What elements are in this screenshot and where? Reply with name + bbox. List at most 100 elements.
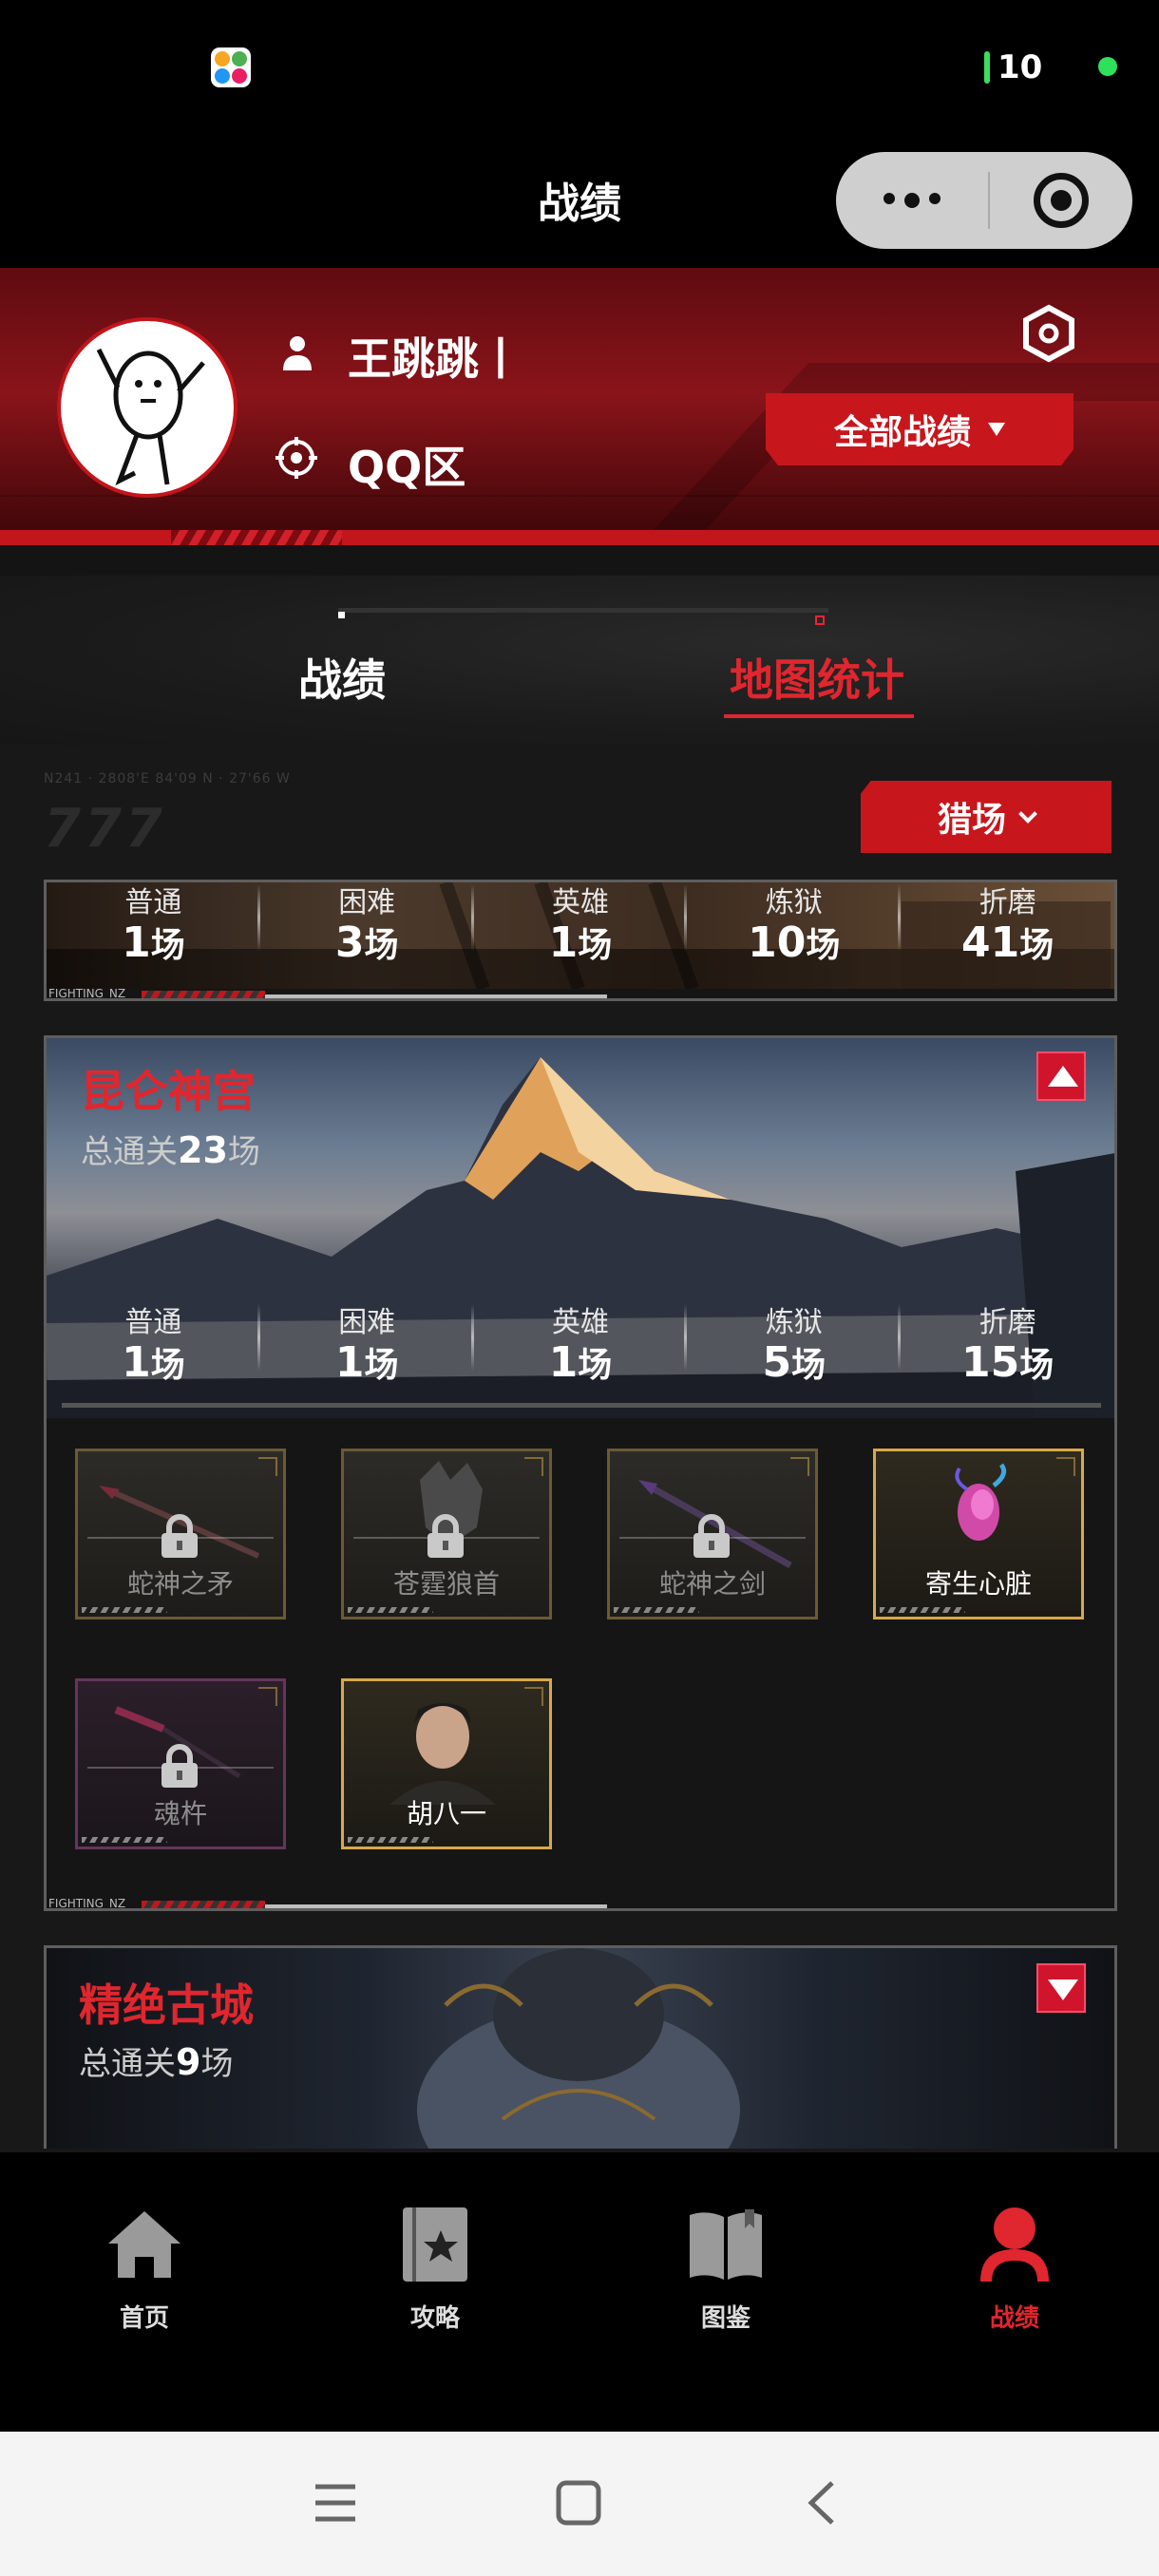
lock-icon xyxy=(428,1514,464,1558)
reward-name: 寄生心脏 xyxy=(924,1568,1032,1600)
stat-hero: 英雄 1场 xyxy=(474,1298,688,1386)
reward-footer-stripes xyxy=(348,1607,433,1613)
open-book-icon xyxy=(690,2209,762,2280)
tabbar-item-atlas[interactable]: 图鉴 xyxy=(650,2204,802,2334)
user-name: 王跳跳丨 xyxy=(348,333,522,385)
stat-unit: 场 xyxy=(578,1346,613,1385)
reward-name: 胡八一 xyxy=(406,1798,486,1829)
clear-count: 9 xyxy=(176,2041,201,2083)
all-records-dropdown[interactable]: 全部战绩 xyxy=(766,393,1074,465)
close-program-button[interactable] xyxy=(990,173,1132,228)
triangle-down-icon xyxy=(988,423,1005,436)
stat-count: 3 xyxy=(334,919,365,967)
stat-torment: 折磨 41场 xyxy=(901,882,1114,967)
tab-progress-track xyxy=(338,608,828,613)
menu-icon[interactable] xyxy=(312,2479,359,2527)
stat-count: 1 xyxy=(122,1338,151,1387)
map-clear-summary: 总通关23场 xyxy=(81,1126,260,1172)
tabbar-item-home[interactable]: 首页 xyxy=(68,2204,220,2334)
difficulty-stats-row: 普通 1场 困难 1场 英雄 1场 炼狱 5场 折磨 15场 xyxy=(47,1298,1114,1386)
mini-program-capsule xyxy=(836,152,1132,249)
footer-line xyxy=(265,994,607,998)
battery-level: 10 xyxy=(998,48,1043,86)
stat-count: 10 xyxy=(748,919,807,967)
lock-icon xyxy=(162,1744,198,1788)
banner-progress-line xyxy=(62,1403,1101,1408)
stat-label: 炼狱 xyxy=(765,1306,823,1339)
tabbar-label: 战绩 xyxy=(989,2304,1039,2333)
back-icon[interactable] xyxy=(800,2479,847,2527)
map-card-previous: 普通 1场 困难 3场 英雄 1场 炼狱 10场 折磨 41场 FIGHTING_NZ xyxy=(44,880,1117,1001)
reward-name: 蛇神之剑 xyxy=(658,1568,766,1600)
stat-label: 普通 xyxy=(124,1306,182,1339)
frame-corner xyxy=(790,1457,809,1476)
reward-item[interactable]: 蛇神之剑 xyxy=(607,1449,818,1619)
stat-normal: 普通 1场 xyxy=(47,882,260,966)
stat-label: 折磨 xyxy=(978,886,1036,919)
tabbar-item-guide[interactable]: 攻略 xyxy=(359,2204,511,2334)
mode-filter-dropdown[interactable]: 猎场 xyxy=(861,781,1112,853)
reward-item[interactable]: 魂杵 xyxy=(75,1678,286,1849)
reward-name: 魂杵 xyxy=(153,1798,207,1829)
stat-normal: 普通 1场 xyxy=(47,1298,260,1386)
frame-corner xyxy=(258,1457,277,1476)
tabbar-item-records[interactable]: 战绩 xyxy=(939,2204,1091,2334)
map-title: 精绝古城 xyxy=(79,1979,254,2031)
battery-indicator: 10 xyxy=(984,47,1042,87)
mode-filter-label: 猎场 xyxy=(937,801,1006,840)
home-square-icon[interactable] xyxy=(555,2479,602,2527)
chevron-down-icon xyxy=(1018,805,1037,824)
stat-count: 41 xyxy=(960,919,1020,967)
reward-item[interactable]: 苍霆狼首 xyxy=(341,1449,552,1619)
stat-hard: 困难 3场 xyxy=(260,882,474,967)
stat-unit: 场 xyxy=(791,1346,826,1385)
collapse-toggle-button[interactable] xyxy=(1036,1051,1086,1101)
reward-item[interactable]: 胡八一 xyxy=(341,1678,552,1849)
stat-unit: 场 xyxy=(1019,926,1054,965)
battery-icon xyxy=(984,51,990,84)
stat-unit: 场 xyxy=(364,926,399,965)
user-icon xyxy=(980,2207,1049,2282)
tabbar-label: 首页 xyxy=(119,2304,169,2333)
frame-corner xyxy=(524,1457,543,1476)
stat-count: 1 xyxy=(548,1338,579,1387)
stat-label: 普通 xyxy=(124,886,182,919)
stat-label: 困难 xyxy=(338,886,396,919)
stat-unit: 场 xyxy=(150,926,185,965)
decorative-coordinates: N241 · 2808'E 84'09 N · 27'66 W xyxy=(44,771,291,786)
tab-track-marker xyxy=(338,612,345,618)
decorative-number: 777 xyxy=(44,798,166,860)
footer-line xyxy=(265,1904,607,1908)
more-options-button[interactable] xyxy=(836,193,988,208)
stat-torment: 折磨 15场 xyxy=(901,1298,1114,1386)
stat-count: 1 xyxy=(334,1338,365,1387)
app-logo-icon xyxy=(211,47,251,87)
stat-unit: 场 xyxy=(150,1346,185,1385)
system-navigation-bar xyxy=(0,2432,1159,2576)
stat-unit: 场 xyxy=(364,1346,399,1385)
avatar[interactable] xyxy=(57,317,238,498)
expand-toggle-button[interactable] xyxy=(1036,1963,1086,2013)
reward-name: 苍霆狼首 xyxy=(392,1568,500,1600)
tabbar-label: 图鉴 xyxy=(700,2304,750,2333)
reward-footer-stripes xyxy=(82,1837,167,1843)
card-footer-label: FIGHTING_NZ xyxy=(48,1897,126,1910)
hexagon-settings-icon[interactable] xyxy=(1022,304,1075,363)
card-footer: FIGHTING_NZ xyxy=(47,1897,1114,1910)
clear-unit: 场 xyxy=(227,1133,260,1171)
clear-unit: 场 xyxy=(200,2045,234,2083)
stat-count: 1 xyxy=(548,919,579,967)
clear-prefix: 总通关 xyxy=(79,2045,176,2083)
reward-item[interactable]: 蛇神之矛 xyxy=(75,1449,286,1619)
map-card-kunlun: 昆仑神宫 总通关23场 普通 1场 困难 1场 英雄 1场 炼狱 5场 折磨 15场 蛇神… xyxy=(44,1035,1117,1911)
more-dot-icon xyxy=(929,193,940,204)
card-footer-label: FIGHTING_NZ xyxy=(48,987,126,1000)
reward-item[interactable]: 寄生心脏 xyxy=(873,1449,1084,1619)
app-root: 10 战绩 王跳跳丨 QQ区 全部战绩 战绩 地图统计 N241 · 2808'… xyxy=(0,0,1159,2576)
footer-stripes xyxy=(142,1901,265,1908)
signal-dot-icon xyxy=(1098,57,1117,76)
tab-records[interactable]: 战绩 xyxy=(238,646,446,709)
more-dot-icon xyxy=(904,193,920,208)
tab-map-stats[interactable]: 地图统计 xyxy=(703,646,931,709)
stat-label: 折磨 xyxy=(978,1306,1036,1339)
